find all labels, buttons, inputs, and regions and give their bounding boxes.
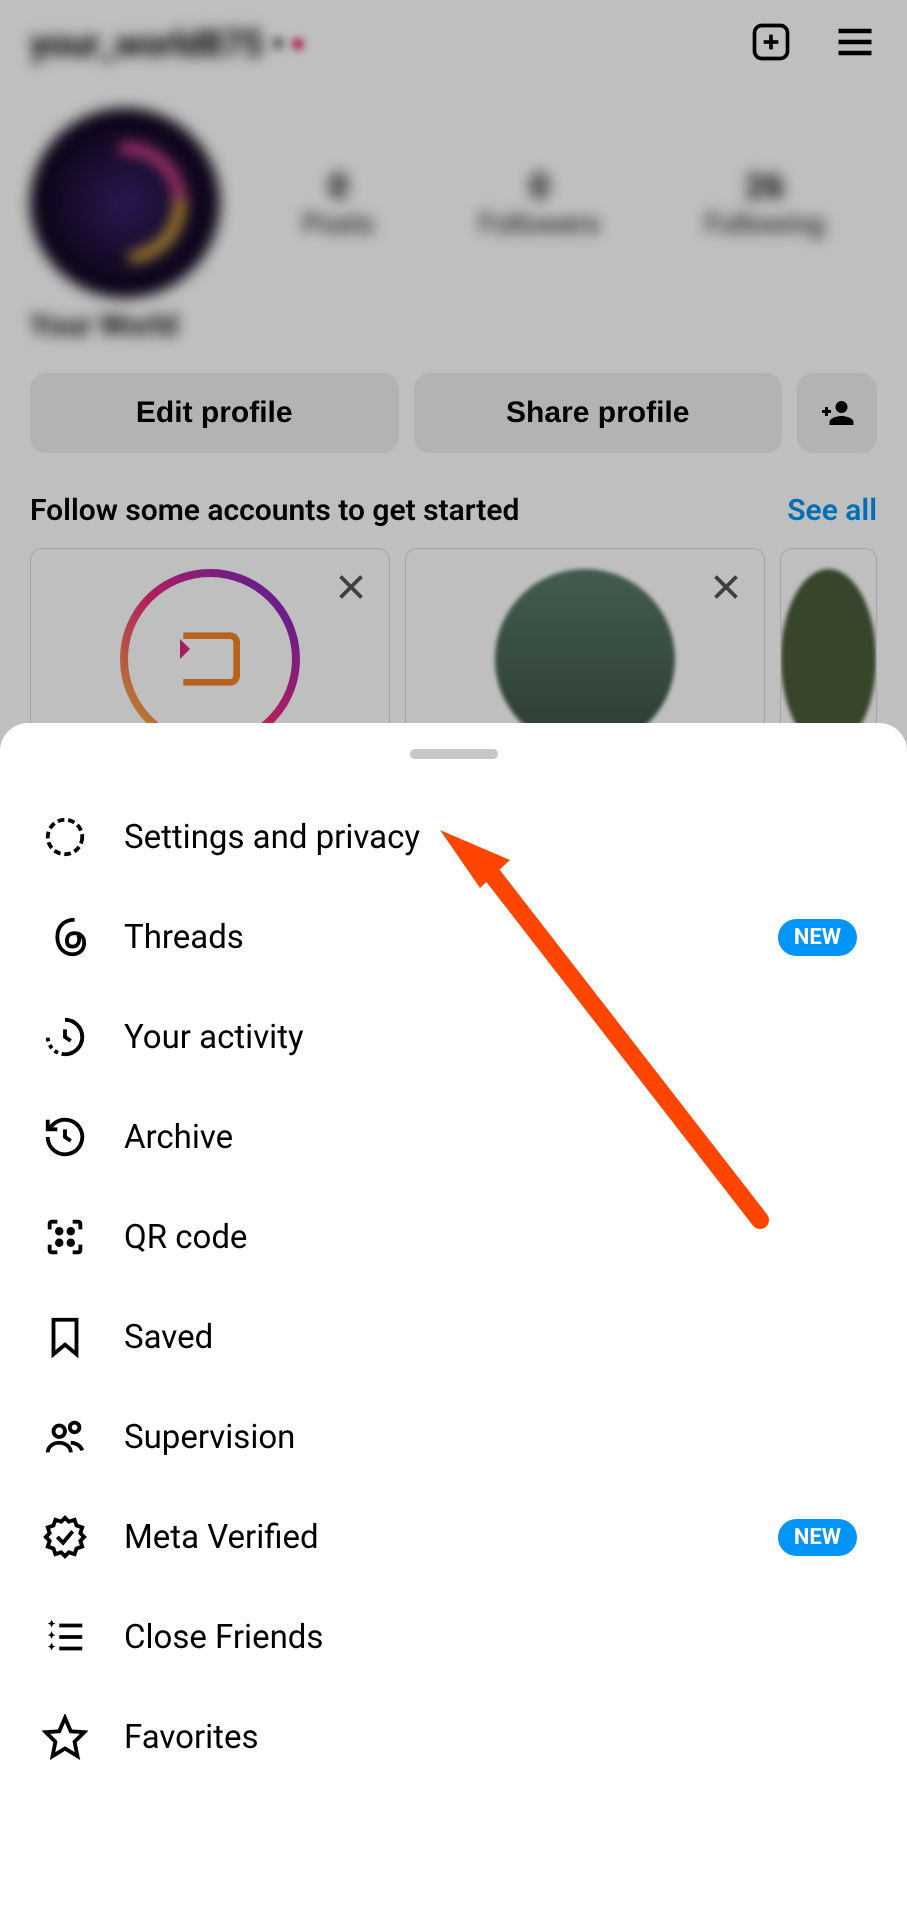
menu-bottom-sheet: Settings and privacy Threads NEW Your ac… bbox=[0, 723, 907, 1920]
threads-icon bbox=[42, 914, 88, 960]
menu-item-settings[interactable]: Settings and privacy bbox=[0, 787, 907, 887]
menu-item-your-activity[interactable]: Your activity bbox=[0, 987, 907, 1087]
menu-item-threads[interactable]: Threads NEW bbox=[0, 887, 907, 987]
menu-item-archive[interactable]: Archive bbox=[0, 1087, 907, 1187]
menu-item-label: Favorites bbox=[124, 1718, 865, 1757]
menu-item-supervision[interactable]: Supervision bbox=[0, 1387, 907, 1487]
menu-item-label: Your activity bbox=[124, 1018, 865, 1057]
menu-item-favorites[interactable]: Favorites bbox=[0, 1687, 907, 1787]
menu-item-qr-code[interactable]: QR code bbox=[0, 1187, 907, 1287]
sheet-drag-handle[interactable] bbox=[410, 749, 498, 759]
archive-history-icon bbox=[42, 1114, 88, 1160]
menu-item-label: Meta Verified bbox=[124, 1518, 742, 1557]
new-badge: NEW bbox=[778, 919, 857, 956]
star-icon bbox=[42, 1714, 88, 1760]
menu-item-meta-verified[interactable]: Meta Verified NEW bbox=[0, 1487, 907, 1587]
verified-badge-icon bbox=[42, 1514, 88, 1560]
menu-item-label: Close Friends bbox=[124, 1618, 865, 1657]
menu-item-label: Threads bbox=[124, 918, 742, 957]
menu-item-label: QR code bbox=[124, 1218, 865, 1257]
menu-item-saved[interactable]: Saved bbox=[0, 1287, 907, 1387]
new-badge: NEW bbox=[778, 1519, 857, 1556]
menu-item-close-friends[interactable]: Close Friends bbox=[0, 1587, 907, 1687]
activity-clock-icon bbox=[42, 1014, 88, 1060]
menu-item-label: Supervision bbox=[124, 1418, 865, 1457]
close-friends-list-icon bbox=[42, 1614, 88, 1660]
menu-item-label: Settings and privacy bbox=[124, 818, 865, 857]
supervision-people-icon bbox=[42, 1414, 88, 1460]
settings-gear-icon bbox=[42, 814, 88, 860]
menu-item-label: Archive bbox=[124, 1118, 865, 1157]
bookmark-icon bbox=[42, 1314, 88, 1360]
menu-item-label: Saved bbox=[124, 1318, 865, 1357]
qr-code-icon bbox=[42, 1214, 88, 1260]
